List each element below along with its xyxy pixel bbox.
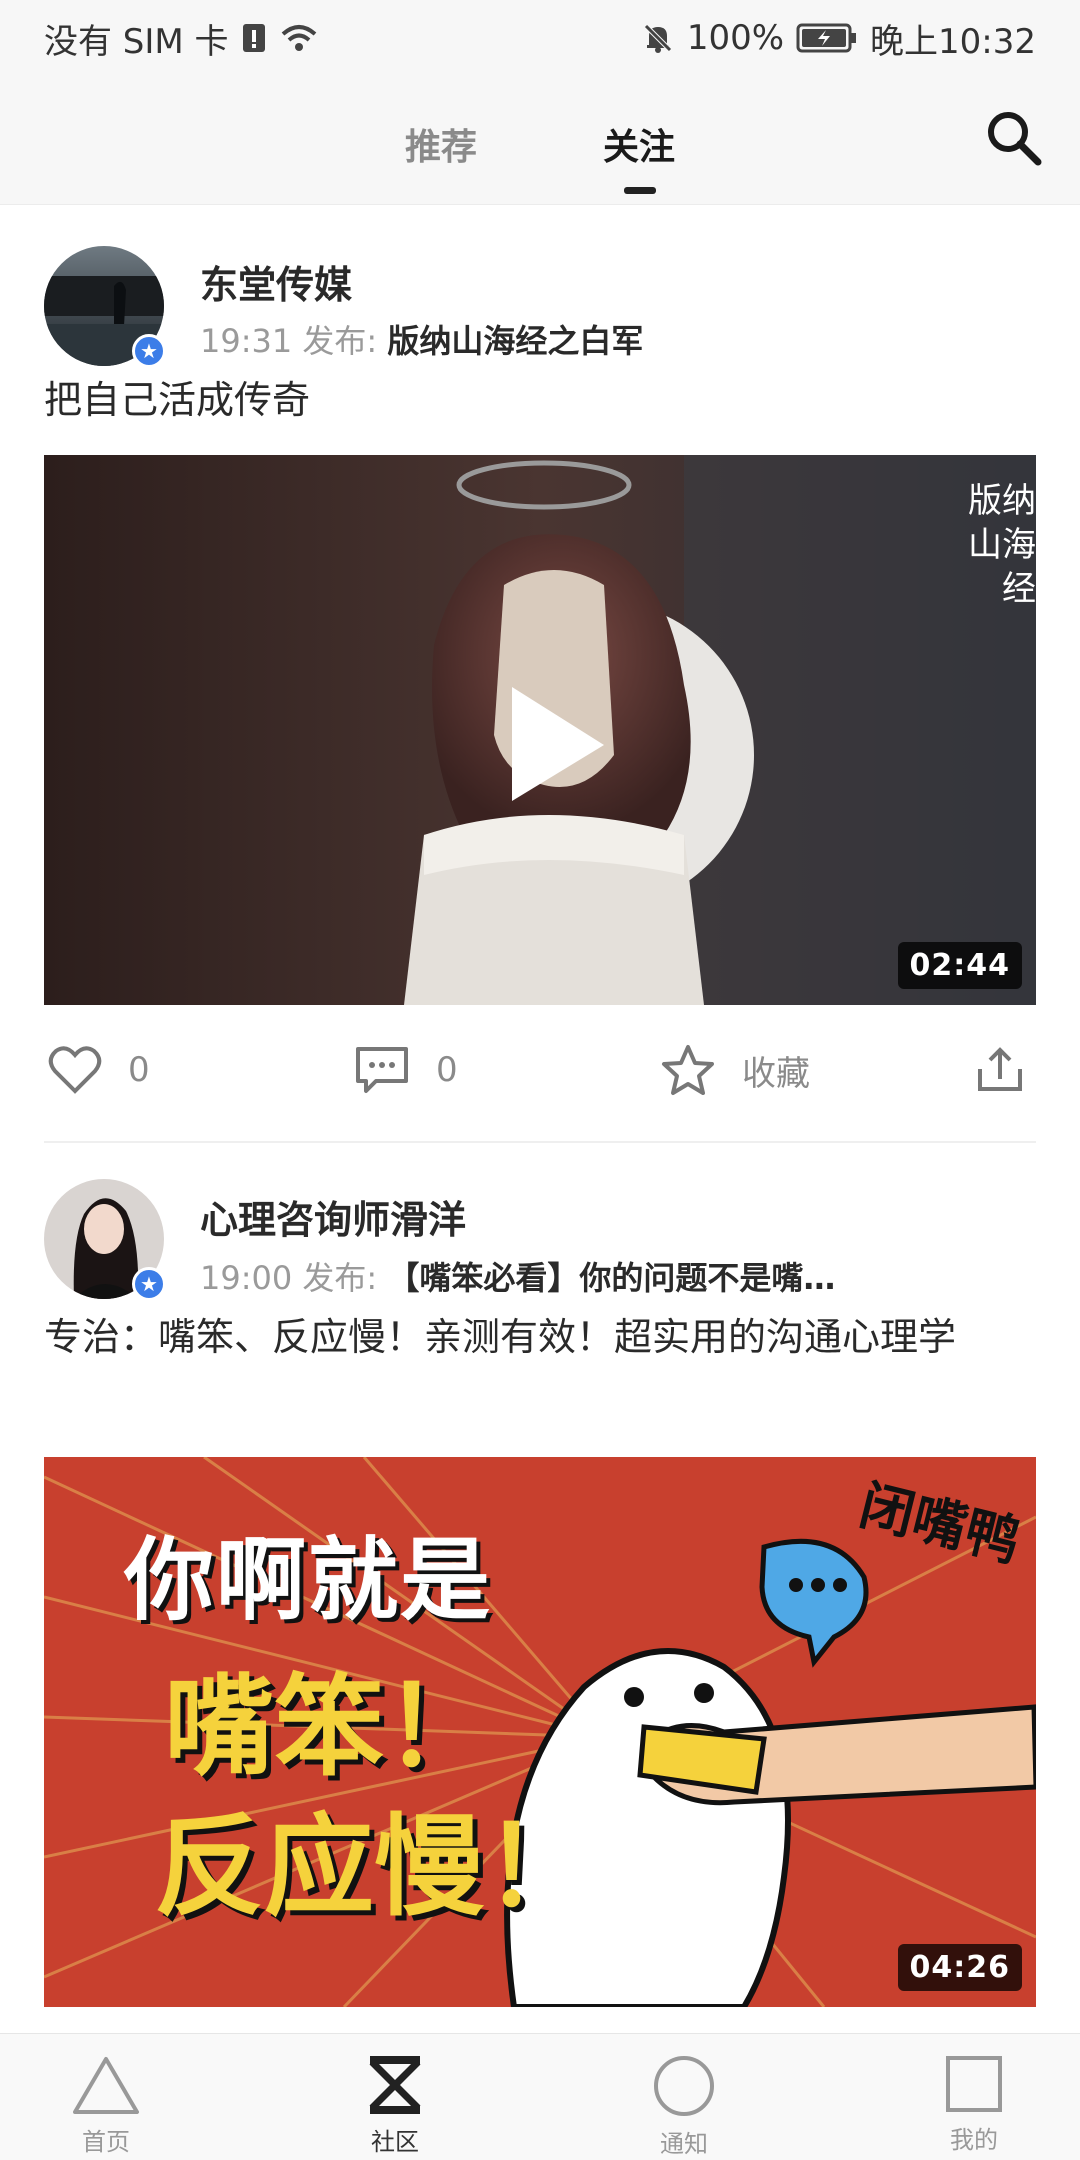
avatar[interactable]: ★ xyxy=(44,246,166,368)
nav-community[interactable]: 社区 xyxy=(305,2034,485,2160)
video-title[interactable]: 【嘴笨必看】你的问题不是嘴… xyxy=(387,1259,835,1297)
square-icon xyxy=(946,2056,1002,2112)
author-name[interactable]: 心理咨询师滑洋 xyxy=(200,1189,466,1244)
nav-notifications[interactable]: 通知 xyxy=(594,2034,774,2160)
post-time: 19:31 发布: xyxy=(200,322,378,360)
favorite-label: 收藏 xyxy=(742,1053,810,1094)
tab-recommend[interactable]: 推荐 xyxy=(405,118,477,170)
verified-badge-icon: ★ xyxy=(132,1267,166,1301)
comment-button[interactable]: 0 xyxy=(354,1030,458,1110)
thumbnail-headline-3: 反应慢！ xyxy=(154,1803,594,1931)
nav-profile[interactable]: 我的 xyxy=(884,2034,1064,2160)
thumbnail-headline-2: 嘴笨！ xyxy=(164,1663,494,1791)
comment-icon xyxy=(356,1047,408,1093)
search-icon xyxy=(988,112,1042,166)
post-meta: 19:00 发布: 【嘴笨必看】你的问题不是嘴… xyxy=(200,1253,835,1299)
community-x-icon xyxy=(369,2056,421,2114)
share-button[interactable] xyxy=(974,1030,1026,1110)
avatar[interactable]: ★ xyxy=(44,1179,166,1301)
post-description: 专治：嘴笨、反应慢！亲测有效！超实用的沟通心理学 xyxy=(44,1315,957,1359)
nav-home-label: 首页 xyxy=(82,2128,130,2156)
feed-post: ★ 心理咨询师滑洋 19:00 发布: 【嘴笨必看】你的问题不是嘴… 专治：嘴笨… xyxy=(0,1143,1080,2023)
feed-post: ★ 东堂传媒 19:31 发布: 版纳山海经之白军 把自己活成传奇 版纳 山海经… xyxy=(0,204,1080,1144)
clock: 晚上10:32 xyxy=(870,21,1036,62)
bottom-tab-bar: 首页 社区 通知 我的 xyxy=(0,2033,1080,2160)
battery-percent: 100% xyxy=(686,18,785,58)
video-duration: 04:26 xyxy=(897,1944,1022,1991)
post-description: 把自己活成传奇 xyxy=(44,378,311,422)
favorite-button[interactable]: 收藏 xyxy=(660,1030,810,1110)
video-duration: 02:44 xyxy=(897,942,1022,989)
post-actions: 0 0 收藏 xyxy=(0,1030,1080,1110)
comment-count: 0 xyxy=(436,1050,458,1090)
circle-icon xyxy=(654,2056,714,2116)
video-thumbnail[interactable]: 你啊就是 嘴笨！ 反应慢！ 闭嘴鸭 04:26 xyxy=(44,1457,1036,2007)
nav-home[interactable]: 首页 xyxy=(16,2034,196,2160)
heart-icon xyxy=(48,1046,102,1094)
wifi-icon xyxy=(279,22,319,54)
video-title[interactable]: 版纳山海经之白军 xyxy=(387,322,643,360)
triangle-icon xyxy=(73,2057,139,2114)
sim-alert-icon xyxy=(241,22,267,54)
like-count: 0 xyxy=(128,1050,150,1090)
video-thumbnail[interactable]: 版纳 山海经 02:44 xyxy=(44,455,1036,1005)
search-button[interactable] xyxy=(982,106,1046,170)
verified-badge-icon: ★ xyxy=(132,334,166,368)
active-tab-indicator xyxy=(624,187,656,194)
post-time: 19:00 发布: xyxy=(200,1259,378,1297)
share-icon xyxy=(978,1047,1022,1091)
star-icon xyxy=(662,1045,714,1095)
top-tab-bar: 推荐 关注 xyxy=(0,76,1080,205)
battery-charging-icon xyxy=(796,23,858,53)
carrier-text: 没有 SIM 卡 xyxy=(44,21,229,62)
like-button[interactable]: 0 xyxy=(48,1030,150,1110)
post-meta: 19:31 发布: 版纳山海经之白军 xyxy=(200,316,643,362)
thumbnail-headline-1: 你啊就是 xyxy=(124,1528,492,1633)
bell-muted-icon xyxy=(641,21,675,55)
nav-profile-label: 我的 xyxy=(950,2126,998,2154)
tab-follow[interactable]: 关注 xyxy=(603,118,675,170)
nav-notifications-label: 通知 xyxy=(660,2130,708,2158)
video-overlay-text: 版纳 山海经 xyxy=(968,481,1036,609)
status-bar: 没有 SIM 卡 100% 晚上10:32 xyxy=(0,0,1080,76)
author-name[interactable]: 东堂传媒 xyxy=(200,254,352,309)
nav-community-label: 社区 xyxy=(371,2128,419,2156)
